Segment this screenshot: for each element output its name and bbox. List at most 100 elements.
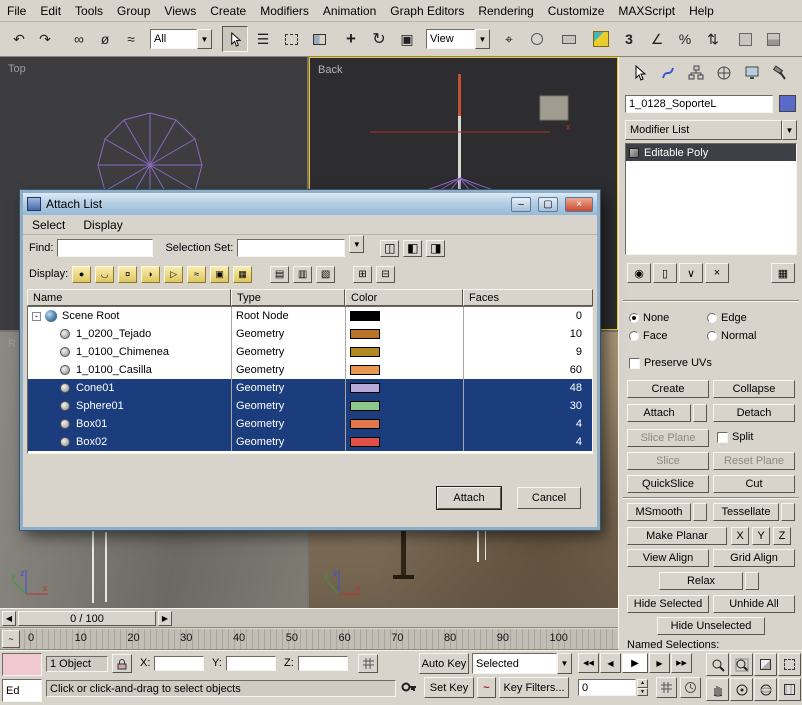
stack-item-editable-poly[interactable]: Editable Poly [626,144,796,161]
tab-modify-icon[interactable] [655,61,681,85]
tree-expander-icon[interactable]: - [32,312,41,321]
close-icon[interactable]: × [565,197,593,212]
play-icon[interactable]: ▶ [622,653,648,673]
chevron-down-icon[interactable]: ▼ [349,235,364,253]
mirror-icon[interactable] [732,26,758,52]
keyboard-override-icon[interactable] [556,26,582,52]
absolute-mode-icon[interactable] [656,677,677,698]
key-mode-dropdown[interactable]: Selected ▼ [472,653,572,674]
display-xrefs-icon[interactable]: ▦ [233,266,252,283]
table-row-selected[interactable]: Sphere01 Geometry 30 [28,397,592,415]
quickslice-button[interactable]: QuickSlice [627,475,709,493]
y-coordinate-field[interactable] [226,656,276,671]
preserve-uvs-checkbox[interactable]: Preserve UVs [629,357,712,369]
remove-modifier-icon[interactable]: × [705,263,729,283]
menu-customize[interactable]: Customize [541,1,612,21]
undo-icon[interactable]: ↶ [6,26,32,52]
chevron-down-icon[interactable]: ▼ [475,29,490,49]
default-in-out-tangents-icon[interactable]: ~ [477,677,496,698]
cut-button[interactable]: Cut [713,475,795,493]
constraint-face-radio[interactable]: Face [629,330,667,342]
align-icon[interactable] [760,26,786,52]
frame-spinner[interactable]: ▲ ▼ [637,679,648,696]
select-by-name-icon[interactable]: ☰ [250,26,276,52]
spin-down-icon[interactable]: ▼ [637,688,648,697]
previous-frame-icon[interactable]: ◀ [600,653,621,673]
column-type[interactable]: Type [231,289,345,306]
relax-button[interactable]: Relax [659,572,743,590]
hide-selected-button[interactable]: Hide Selected [627,595,709,613]
angle-snap-icon[interactable]: ∠ [644,26,670,52]
object-name-field[interactable]: 1_0128_SoporteL [625,95,773,113]
pan-icon[interactable] [706,678,729,701]
display-all-icon[interactable]: ▤ [270,266,289,283]
dialog-menu-display[interactable]: Display [74,216,131,234]
table-row[interactable]: 1_0100_Casilla Geometry 60 [28,361,592,379]
select-all-button[interactable]: ◫ [380,240,399,257]
planar-y-button[interactable]: Y [752,527,770,545]
redo-icon[interactable]: ↷ [32,26,58,52]
viewport-label[interactable]: Top [8,63,26,75]
z-coordinate-field[interactable] [298,656,348,671]
select-and-rotate-icon[interactable]: ↻ [366,26,392,52]
macro-recorder-pane[interactable] [2,653,42,676]
display-invert-icon[interactable]: ▧ [316,266,335,283]
display-subtree-icon[interactable]: ⊞ [353,266,372,283]
object-color-swatch[interactable] [779,95,796,112]
table-row[interactable]: 1_0100_Chimenea Geometry 9 [28,343,592,361]
attach-button[interactable]: Attach [627,404,691,422]
select-and-link-icon[interactable]: ∞ [66,26,92,52]
show-end-result-icon[interactable]: ▯ [653,263,677,283]
menu-rendering[interactable]: Rendering [471,1,540,21]
track-bar[interactable]: ~ 0102030405060708090100 [0,629,618,650]
grid-align-button[interactable]: Grid Align [713,549,795,567]
next-frame-icon[interactable]: ▶ [649,653,670,673]
planar-x-button[interactable]: X [731,527,749,545]
frame-forward-icon[interactable]: ▶ [158,611,172,626]
select-and-scale-icon[interactable]: ▣ [394,26,420,52]
relax-settings-icon[interactable] [745,572,759,590]
unlink-selection-icon[interactable]: ø [92,26,118,52]
set-key-icon[interactable] [400,678,418,699]
table-row[interactable]: 1_0200_Tejado Geometry 10 [28,325,592,343]
cancel-button[interactable]: Cancel [517,487,581,509]
go-to-start-icon[interactable]: ◀◀ [578,653,599,673]
attach-confirm-button[interactable]: Attach [437,487,501,509]
select-and-manipulate-icon[interactable] [524,26,550,52]
percent-snap-icon[interactable]: % [672,26,698,52]
slice-button[interactable]: Slice [627,452,709,470]
display-spacewarps-icon[interactable]: ≈ [187,266,206,283]
display-helpers-icon[interactable]: ▷ [164,266,183,283]
menu-help[interactable]: Help [682,1,721,21]
menu-group[interactable]: Group [110,1,157,21]
go-to-end-icon[interactable]: ▶▶ [671,653,692,673]
chevron-down-icon[interactable]: ▼ [782,120,797,140]
menu-create[interactable]: Create [203,1,253,21]
mini-curve-editor-icon[interactable]: ~ [2,630,20,648]
configure-modifier-sets-icon[interactable]: ▦ [771,263,795,283]
viewport-label[interactable]: Back [318,64,342,76]
menu-animation[interactable]: Animation [316,1,383,21]
display-influences-icon[interactable]: ⊟ [376,266,395,283]
current-frame-field[interactable]: 0 [578,679,636,696]
bind-to-spacewarp-icon[interactable]: ≈ [118,26,144,52]
x-coordinate-field[interactable] [154,656,204,671]
tab-motion-icon[interactable] [711,61,737,85]
minimize-icon[interactable]: – [511,197,531,212]
display-geometry-icon[interactable]: ● [72,266,91,283]
view-align-button[interactable]: View Align [627,549,709,567]
key-filters-button[interactable]: Key Filters... [499,677,569,698]
arc-rotate-selected-icon[interactable] [754,678,777,701]
column-color[interactable]: Color [345,289,463,306]
menu-tools[interactable]: Tools [68,1,110,21]
zoom-extents-icon[interactable] [754,653,777,676]
arc-rotate-icon[interactable] [730,678,753,701]
zoom-region-icon[interactable] [778,653,801,676]
table-row-selected[interactable]: Box01 Geometry 4 [28,415,592,433]
reference-coordinate-dropdown[interactable]: View ▼ [426,29,490,49]
menu-views[interactable]: Views [157,1,203,21]
display-cameras-icon[interactable]: ◗ [141,266,160,283]
selection-lock-icon[interactable] [112,654,132,673]
make-unique-icon[interactable]: ∨ [679,263,703,283]
msmooth-button[interactable]: MSmooth [627,503,691,521]
